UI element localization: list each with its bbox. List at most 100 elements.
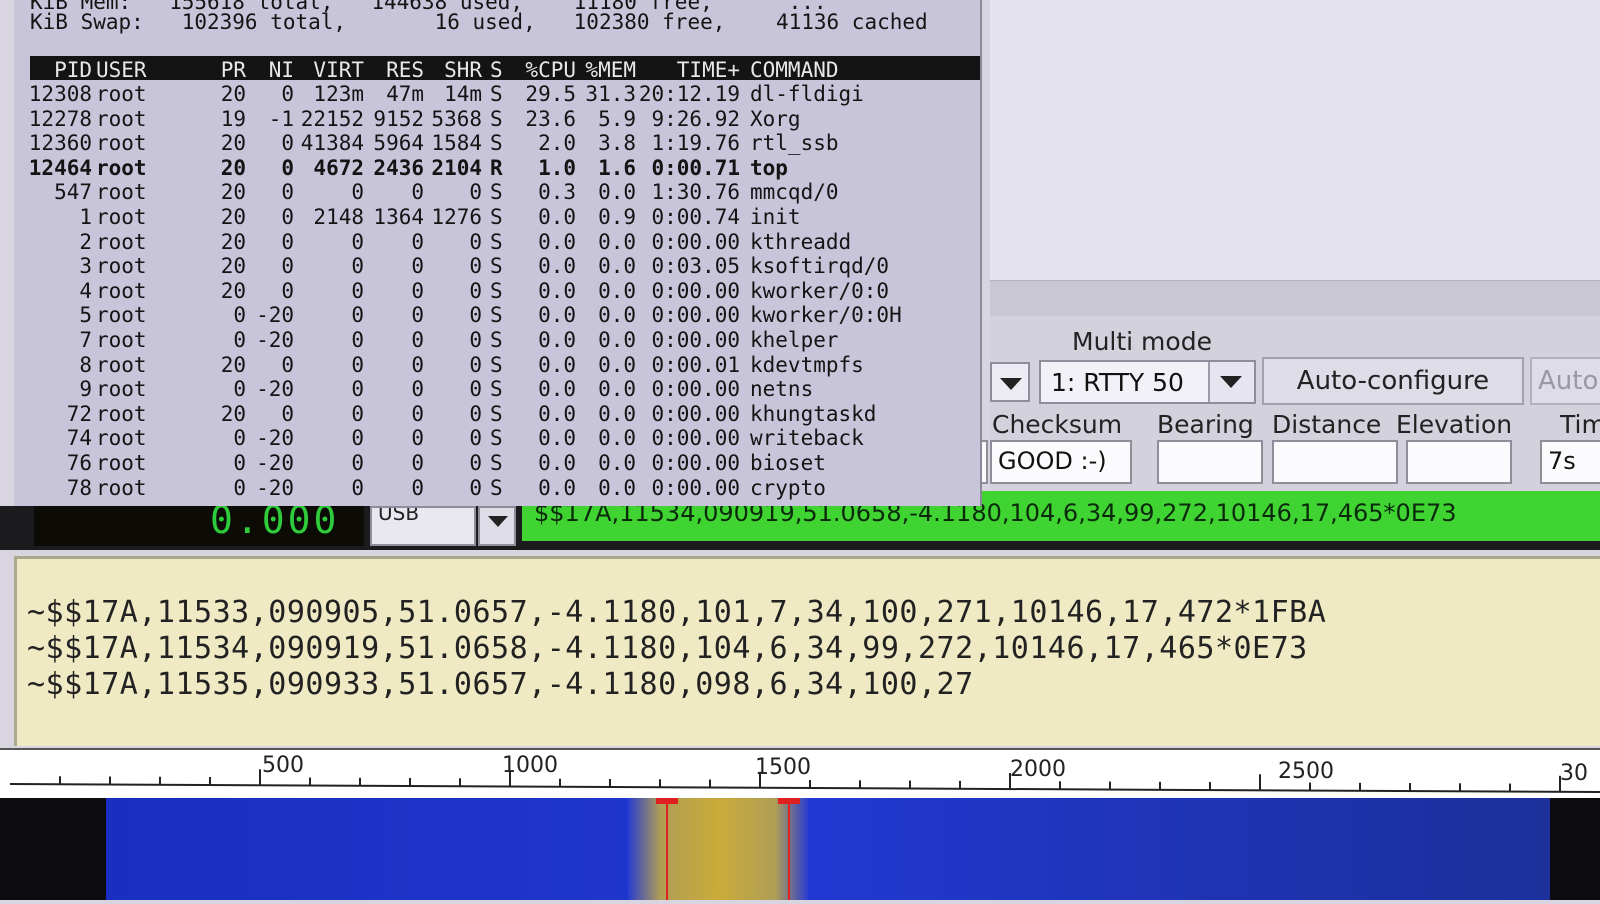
cell-virt: 0 xyxy=(351,328,364,352)
cell-time: 1:19.76 xyxy=(651,131,740,156)
receive-text-pane[interactable]: ~$$17A,11533,090905,51.0657,-4.1180,101,… xyxy=(14,556,1600,746)
cell-ni: 0 xyxy=(281,229,294,254)
cell-virt: 123m xyxy=(313,82,364,106)
time-field[interactable]: 7s xyxy=(1540,440,1600,484)
cell-s: S xyxy=(490,401,503,426)
cell-ni: 0 xyxy=(281,401,294,426)
cell-user: root xyxy=(96,229,147,254)
chevron-down-icon xyxy=(1000,378,1022,390)
process-row: 74 root 0 -20 0 0 0 S 0.0 0.0 0:00.00 writeback xyxy=(14,426,980,451)
cell-ni: -20 xyxy=(256,303,294,328)
cell-mem: 5.9 xyxy=(598,106,636,131)
cell-user: root xyxy=(96,377,147,402)
top-process-window[interactable]: KiB Mem: 155618 total, 144638 used, 1118… xyxy=(14,0,982,506)
process-row: 7 root 0 -20 0 0 0 S 0.0 0.0 0:00.00 khelper xyxy=(14,328,980,352)
cell-s: S xyxy=(490,328,503,352)
mode-select-value: 1: RTTY 50 xyxy=(1051,368,1184,397)
cell-cpu: 0.0 xyxy=(538,254,576,279)
waterfall-svg xyxy=(106,798,1550,900)
cell-res: 5964 xyxy=(373,131,424,156)
cell-cmd: Xorg xyxy=(750,106,801,131)
waterfall-display[interactable] xyxy=(0,798,1600,900)
cell-s: S xyxy=(490,205,503,229)
cell-pr: 0 xyxy=(233,475,246,500)
cell-cpu: 0.0 xyxy=(538,229,576,254)
cell-ni: 0 xyxy=(281,155,294,180)
cell-shr: 0 xyxy=(469,352,482,377)
scale-label-2000: 2000 xyxy=(1010,757,1066,782)
cell-mem: 0.0 xyxy=(598,426,636,451)
auto-configure-button[interactable]: Auto-configure xyxy=(1262,357,1524,405)
cell-mem: 0.0 xyxy=(598,377,636,402)
process-row: 8 root 20 0 0 0 0 S 0.0 0.0 0:00.01 kdevtmpfs xyxy=(14,352,980,377)
cell-pid: 2 xyxy=(79,229,92,254)
header-row: PID USER PR NI VIRT RES SHR S %CPU %MEM TIME+ COMMA… xyxy=(14,58,980,82)
cell-mem: 0.0 xyxy=(598,229,636,254)
bearing-field[interactable] xyxy=(1157,440,1263,484)
cell-cmd: kthreadd xyxy=(750,229,852,254)
distance-header: Distance xyxy=(1272,410,1382,439)
cell-mem: 0.0 xyxy=(598,475,636,500)
cell-pr: 0 xyxy=(233,426,246,451)
cell-cpu: 0.0 xyxy=(538,205,576,229)
cell-time: 0:00.00 xyxy=(651,278,740,303)
cell-res: 9152 xyxy=(373,106,424,131)
cell-s: R xyxy=(490,155,503,180)
scale-svg: 500 1000 1500 2000 2500 30 xyxy=(9,753,1600,793)
cell-user: root xyxy=(96,155,147,180)
cell-pid: 12278 xyxy=(28,106,92,131)
column-header-user: USER xyxy=(96,58,147,82)
cell-time: 0:00.71 xyxy=(651,155,740,180)
sideband-select[interactable]: USB xyxy=(370,506,476,546)
process-row: 78 root 0 -20 0 0 0 S 0.0 0.0 0:00.00 crypto xyxy=(14,475,980,500)
mode-select[interactable]: 1: RTTY 50 xyxy=(1039,360,1256,404)
column-header-mem: %MEM xyxy=(585,58,636,82)
column-header-virt: VIRT xyxy=(313,58,364,82)
cell-ni: 0 xyxy=(281,254,294,279)
cell-s: S xyxy=(490,106,503,131)
waterfall-frequency-scale[interactable]: 500 1000 1500 2000 2500 30 xyxy=(0,748,1600,800)
cell-cmd: netns xyxy=(750,377,814,402)
cell-time: 0:00.00 xyxy=(651,475,740,500)
cell-pid: 12464 xyxy=(28,155,92,180)
elevation-field[interactable] xyxy=(1406,440,1512,484)
sideband-dropdown-button[interactable] xyxy=(478,506,516,546)
cell-res: 47m xyxy=(386,82,424,106)
cell-shr: 0 xyxy=(469,229,482,254)
cell-cmd: init xyxy=(750,205,801,229)
cell-cmd: mmcqd/0 xyxy=(750,180,839,205)
process-row: 72 root 20 0 0 0 0 S 0.0 0.0 0:00.00 khungtaskd xyxy=(14,401,980,426)
cell-shr: 0 xyxy=(469,180,482,205)
cell-pr: 20 xyxy=(220,352,246,377)
cell-pr: 20 xyxy=(220,278,246,303)
column-header-time: TIME+ xyxy=(676,58,740,82)
waterfall-signal xyxy=(628,798,808,900)
cell-cpu: 0.0 xyxy=(538,328,576,352)
cell-mem: 0.0 xyxy=(598,303,636,328)
cell-ni: 0 xyxy=(281,82,294,106)
cell-cmd: dl-fldigi xyxy=(750,82,864,106)
cell-ni: 0 xyxy=(281,352,294,377)
cell-ni: 0 xyxy=(281,180,294,205)
distance-field[interactable] xyxy=(1272,440,1398,484)
mode-select-button[interactable] xyxy=(1208,362,1254,402)
cell-cpu: 0.0 xyxy=(538,303,576,328)
cell-pr: 19 xyxy=(220,106,246,131)
cell-virt: 0 xyxy=(351,377,364,402)
previous-dropdown-button[interactable] xyxy=(990,362,1030,402)
column-header-cpu: %CPU xyxy=(525,58,576,82)
cell-s: S xyxy=(490,82,503,106)
cell-shr: 0 xyxy=(469,426,482,451)
cell-res: 0 xyxy=(411,426,424,451)
cell-time: 0:00.74 xyxy=(651,205,740,229)
checksum-field[interactable]: GOOD :-) xyxy=(990,440,1132,484)
rx-line: ~$$17A,11534,090919,51.0658,-4.1180,104,… xyxy=(27,631,1308,666)
cell-cpu: 29.5 xyxy=(525,82,576,106)
cell-user: root xyxy=(96,106,147,131)
cell-res: 0 xyxy=(411,451,424,475)
auto-button[interactable]: Auto xyxy=(1530,357,1600,405)
process-table-header: PID USER PR NI VIRT RES SHR S %CPU %MEM TIME+ COMMA… xyxy=(30,56,980,82)
cell-res: 0 xyxy=(411,475,424,500)
cell-virt: 0 xyxy=(351,352,364,377)
cell-pid: 1 xyxy=(79,205,92,229)
